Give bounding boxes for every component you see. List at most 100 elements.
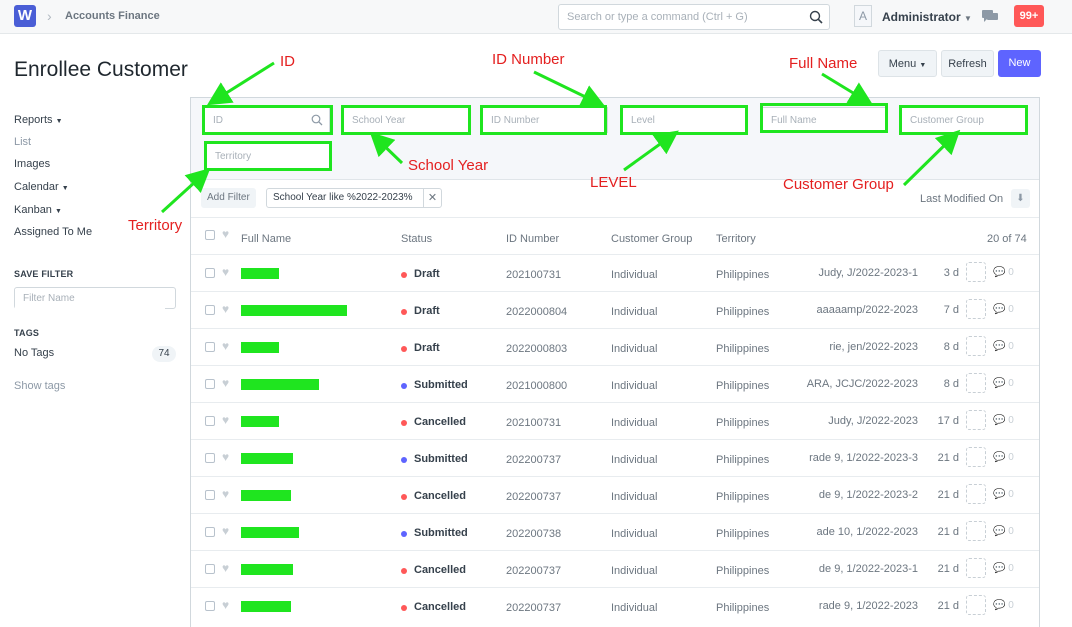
- customer-group-filter-input[interactable]: [902, 108, 1026, 132]
- comment-count[interactable]: 💬 0: [993, 489, 1014, 500]
- row-checkbox[interactable]: [205, 601, 215, 611]
- table-row[interactable]: ♥ Cancelled 202100731 Individual Philippines…: [191, 402, 1039, 439]
- table-row[interactable]: ♥ Draft 202100731 Individual Philippines Judy…: [191, 254, 1039, 291]
- chat-icon[interactable]: [982, 9, 998, 23]
- row-checkbox[interactable]: [205, 379, 215, 389]
- sort-selector[interactable]: Last Modified On: [920, 193, 1003, 205]
- heart-icon[interactable]: ♥: [222, 561, 229, 575]
- comment-count[interactable]: 💬 0: [993, 600, 1014, 611]
- comment-count[interactable]: 💬 0: [993, 563, 1014, 574]
- heart-icon[interactable]: ♥: [222, 302, 229, 316]
- heart-icon[interactable]: ♥: [222, 339, 229, 353]
- search-input[interactable]: [559, 5, 799, 29]
- level-filter[interactable]: [622, 107, 748, 133]
- add-filter-button[interactable]: Add Filter: [201, 188, 256, 208]
- territory-filter-input[interactable]: [207, 144, 331, 168]
- search-bar[interactable]: [558, 4, 830, 30]
- table-row[interactable]: ♥ Draft 2022000804 Individual Philippines aaa…: [191, 291, 1039, 328]
- comment-count[interactable]: 💬 0: [993, 378, 1014, 389]
- table-row[interactable]: ♥ Cancelled 202200737 Individual Philippines…: [191, 550, 1039, 587]
- heart-icon[interactable]: ♥: [222, 524, 229, 538]
- assign-avatar-placeholder[interactable]: [966, 484, 986, 504]
- full-name-redacted[interactable]: [241, 379, 319, 390]
- comment-count[interactable]: 💬 0: [993, 341, 1014, 352]
- level-filter-input[interactable]: [623, 108, 747, 132]
- row-checkbox[interactable]: [205, 453, 215, 463]
- row-checkbox[interactable]: [205, 527, 215, 537]
- close-icon[interactable]: ✕: [423, 189, 441, 207]
- full-name-redacted[interactable]: [241, 564, 293, 575]
- assign-avatar-placeholder[interactable]: [966, 521, 986, 541]
- customer-group-filter[interactable]: [901, 107, 1027, 133]
- heart-icon[interactable]: ♥: [222, 598, 229, 612]
- comment-count[interactable]: 💬 0: [993, 452, 1014, 463]
- full-name-filter-input[interactable]: [763, 108, 887, 132]
- id-filter[interactable]: [204, 107, 330, 133]
- row-checkbox[interactable]: [205, 268, 215, 278]
- filter-name-input[interactable]: [15, 288, 165, 309]
- sidebar-item-kanban[interactable]: Kanban ▼: [14, 204, 62, 216]
- menu-button[interactable]: Menu ▼: [878, 50, 937, 77]
- user-menu[interactable]: Administrator ▼: [882, 10, 972, 24]
- row-checkbox[interactable]: [205, 564, 215, 574]
- row-checkbox[interactable]: [205, 342, 215, 352]
- comment-count[interactable]: 💬 0: [993, 267, 1014, 278]
- full-name-redacted[interactable]: [241, 601, 291, 612]
- table-row[interactable]: ♥ Submitted 202200737 Individual Philippines…: [191, 439, 1039, 476]
- full-name-redacted[interactable]: [241, 453, 293, 464]
- full-name-redacted[interactable]: [241, 490, 291, 501]
- filter-name-field[interactable]: [14, 287, 176, 309]
- heart-icon[interactable]: ♥: [222, 450, 229, 464]
- assign-avatar-placeholder[interactable]: [966, 373, 986, 393]
- heart-icon[interactable]: ♥: [222, 265, 229, 279]
- no-tags-item[interactable]: No Tags: [14, 347, 54, 359]
- avatar[interactable]: A: [854, 5, 872, 27]
- table-row[interactable]: ♥ Cancelled 202200737 Individual Philippines…: [191, 476, 1039, 513]
- full-name-redacted[interactable]: [241, 268, 279, 279]
- table-row[interactable]: ♥ Cancelled 202200737 Individual Philippines…: [191, 587, 1039, 624]
- full-name-redacted[interactable]: [241, 342, 279, 353]
- assign-avatar-placeholder[interactable]: [966, 410, 986, 430]
- refresh-button[interactable]: Refresh: [941, 50, 994, 77]
- full-name-redacted[interactable]: [241, 305, 347, 316]
- table-row[interactable]: ♥ Draft 2022000803 Individual Philippines rie…: [191, 328, 1039, 365]
- row-checkbox[interactable]: [205, 490, 215, 500]
- sidebar-item-images[interactable]: Images: [14, 158, 50, 170]
- show-tags-link[interactable]: Show tags: [14, 380, 65, 392]
- assign-avatar-placeholder[interactable]: [966, 336, 986, 356]
- sidebar-item-reports[interactable]: Reports ▼: [14, 114, 63, 126]
- sidebar-item-assigned-to-me[interactable]: Assigned To Me: [14, 226, 92, 238]
- breadcrumb[interactable]: Accounts Finance: [65, 10, 160, 22]
- app-logo[interactable]: W: [14, 5, 36, 27]
- comment-count[interactable]: 💬 0: [993, 415, 1014, 426]
- full-name-redacted[interactable]: [241, 527, 299, 538]
- table-row[interactable]: ♥ Submitted 2021000800 Individual Philippine…: [191, 365, 1039, 402]
- assign-avatar-placeholder[interactable]: [966, 558, 986, 578]
- heart-icon[interactable]: ♥: [222, 376, 229, 390]
- notification-badge[interactable]: 99+: [1014, 5, 1044, 27]
- sidebar-item-calendar[interactable]: Calendar ▼: [14, 181, 69, 193]
- school-year-filter-input[interactable]: [344, 108, 468, 132]
- table-row[interactable]: ♥ Submitted 202200738 Individual Philippines…: [191, 513, 1039, 550]
- row-checkbox[interactable]: [205, 305, 215, 315]
- sort-order-icon[interactable]: ⬇: [1011, 189, 1030, 208]
- heart-icon[interactable]: ♥: [222, 227, 229, 241]
- assign-avatar-placeholder[interactable]: [966, 447, 986, 467]
- search-icon[interactable]: [809, 10, 823, 24]
- sidebar-item-list[interactable]: List: [14, 136, 31, 148]
- row-checkbox[interactable]: [205, 416, 215, 426]
- id-number-filter[interactable]: [482, 107, 608, 133]
- territory-filter[interactable]: [206, 143, 332, 169]
- id-number-filter-input[interactable]: [483, 108, 607, 132]
- heart-icon[interactable]: ♥: [222, 487, 229, 501]
- assign-avatar-placeholder[interactable]: [966, 262, 986, 282]
- comment-count[interactable]: 💬 0: [993, 526, 1014, 537]
- school-year-filter[interactable]: [343, 107, 469, 133]
- assign-avatar-placeholder[interactable]: [966, 299, 986, 319]
- active-filter-chip[interactable]: School Year like %2022-2023% ✕: [266, 188, 442, 208]
- heart-icon[interactable]: ♥: [222, 413, 229, 427]
- new-button[interactable]: New: [998, 50, 1041, 77]
- select-all-checkbox[interactable]: [205, 230, 215, 240]
- full-name-filter[interactable]: [762, 107, 888, 133]
- full-name-redacted[interactable]: [241, 416, 279, 427]
